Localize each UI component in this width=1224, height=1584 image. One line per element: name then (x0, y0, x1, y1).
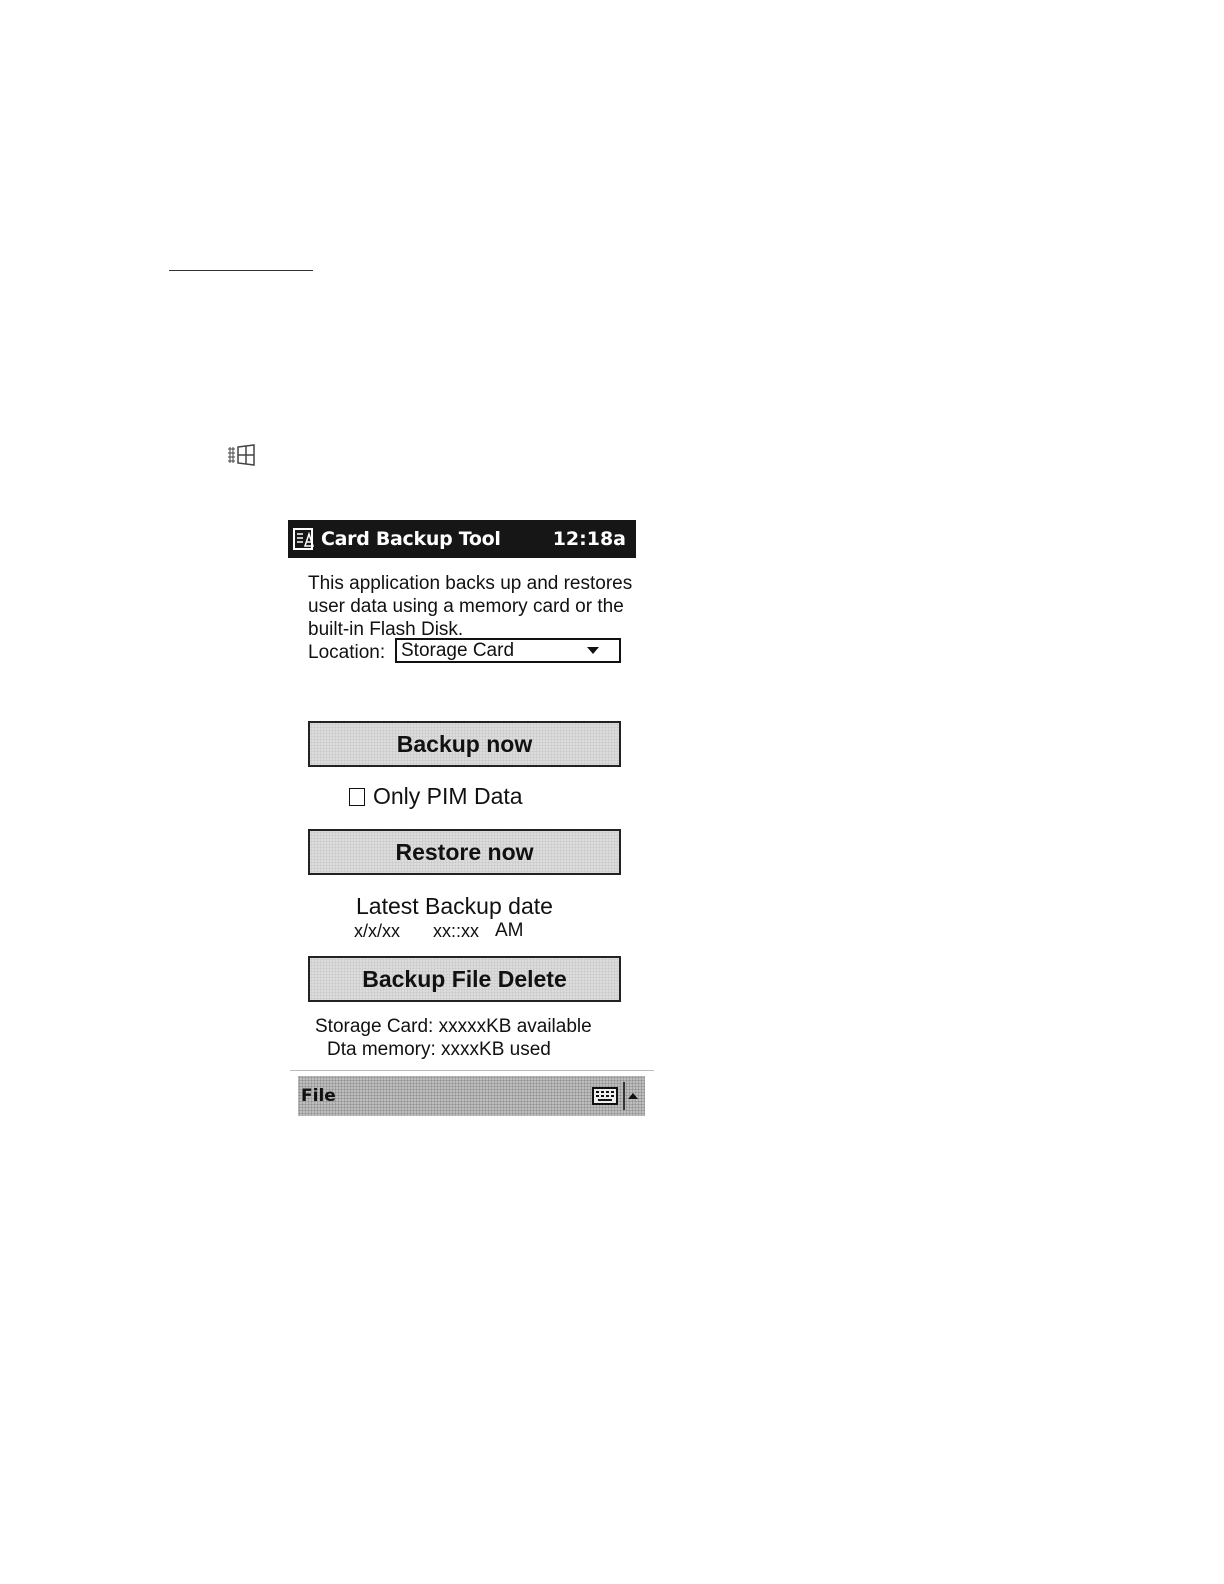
menu-bar-divider (290, 1070, 654, 1071)
backup-now-button[interactable]: Backup now (308, 721, 621, 767)
backup-file-delete-button[interactable]: Backup File Delete (308, 956, 621, 1002)
only-pim-data-checkbox[interactable] (349, 787, 365, 806)
clock[interactable]: 12:18a (553, 528, 626, 550)
location-selected-value: Storage Card (401, 639, 515, 661)
data-memory-info: Dta memory: xxxxKB used (327, 1039, 551, 1060)
title-bar: Card Backup Tool 12:18a (288, 520, 636, 558)
app-title: Card Backup Tool (321, 528, 501, 550)
card-backup-app-icon (293, 528, 315, 550)
only-pim-data-label: Only PIM Data (373, 783, 523, 809)
keyboard-icon[interactable] (592, 1086, 618, 1106)
latest-backup-time: xx::xx (433, 921, 480, 941)
sip-divider (623, 1082, 625, 1110)
latest-backup-ampm: AM (495, 920, 524, 941)
latest-backup-date: x/x/xx (354, 921, 401, 941)
storage-card-info: Storage Card: xxxxxKB available (315, 1016, 592, 1037)
dropdown-arrow-icon[interactable] (587, 647, 599, 654)
restore-now-button[interactable]: Restore now (308, 829, 621, 875)
header-rule (169, 270, 313, 271)
only-pim-data-option[interactable]: Only PIM Data (349, 783, 523, 810)
menu-bar: File (298, 1076, 645, 1116)
windows-start-icon[interactable] (226, 443, 258, 467)
latest-backup-label: Latest Backup date (356, 893, 553, 919)
description-text: This application backs up and restores u… (308, 573, 633, 640)
file-menu[interactable]: File (301, 1086, 592, 1106)
sip-up-arrow-icon[interactable] (628, 1093, 638, 1099)
location-label: Location: (308, 642, 386, 663)
location-dropdown[interactable]: Storage Card (395, 638, 621, 663)
